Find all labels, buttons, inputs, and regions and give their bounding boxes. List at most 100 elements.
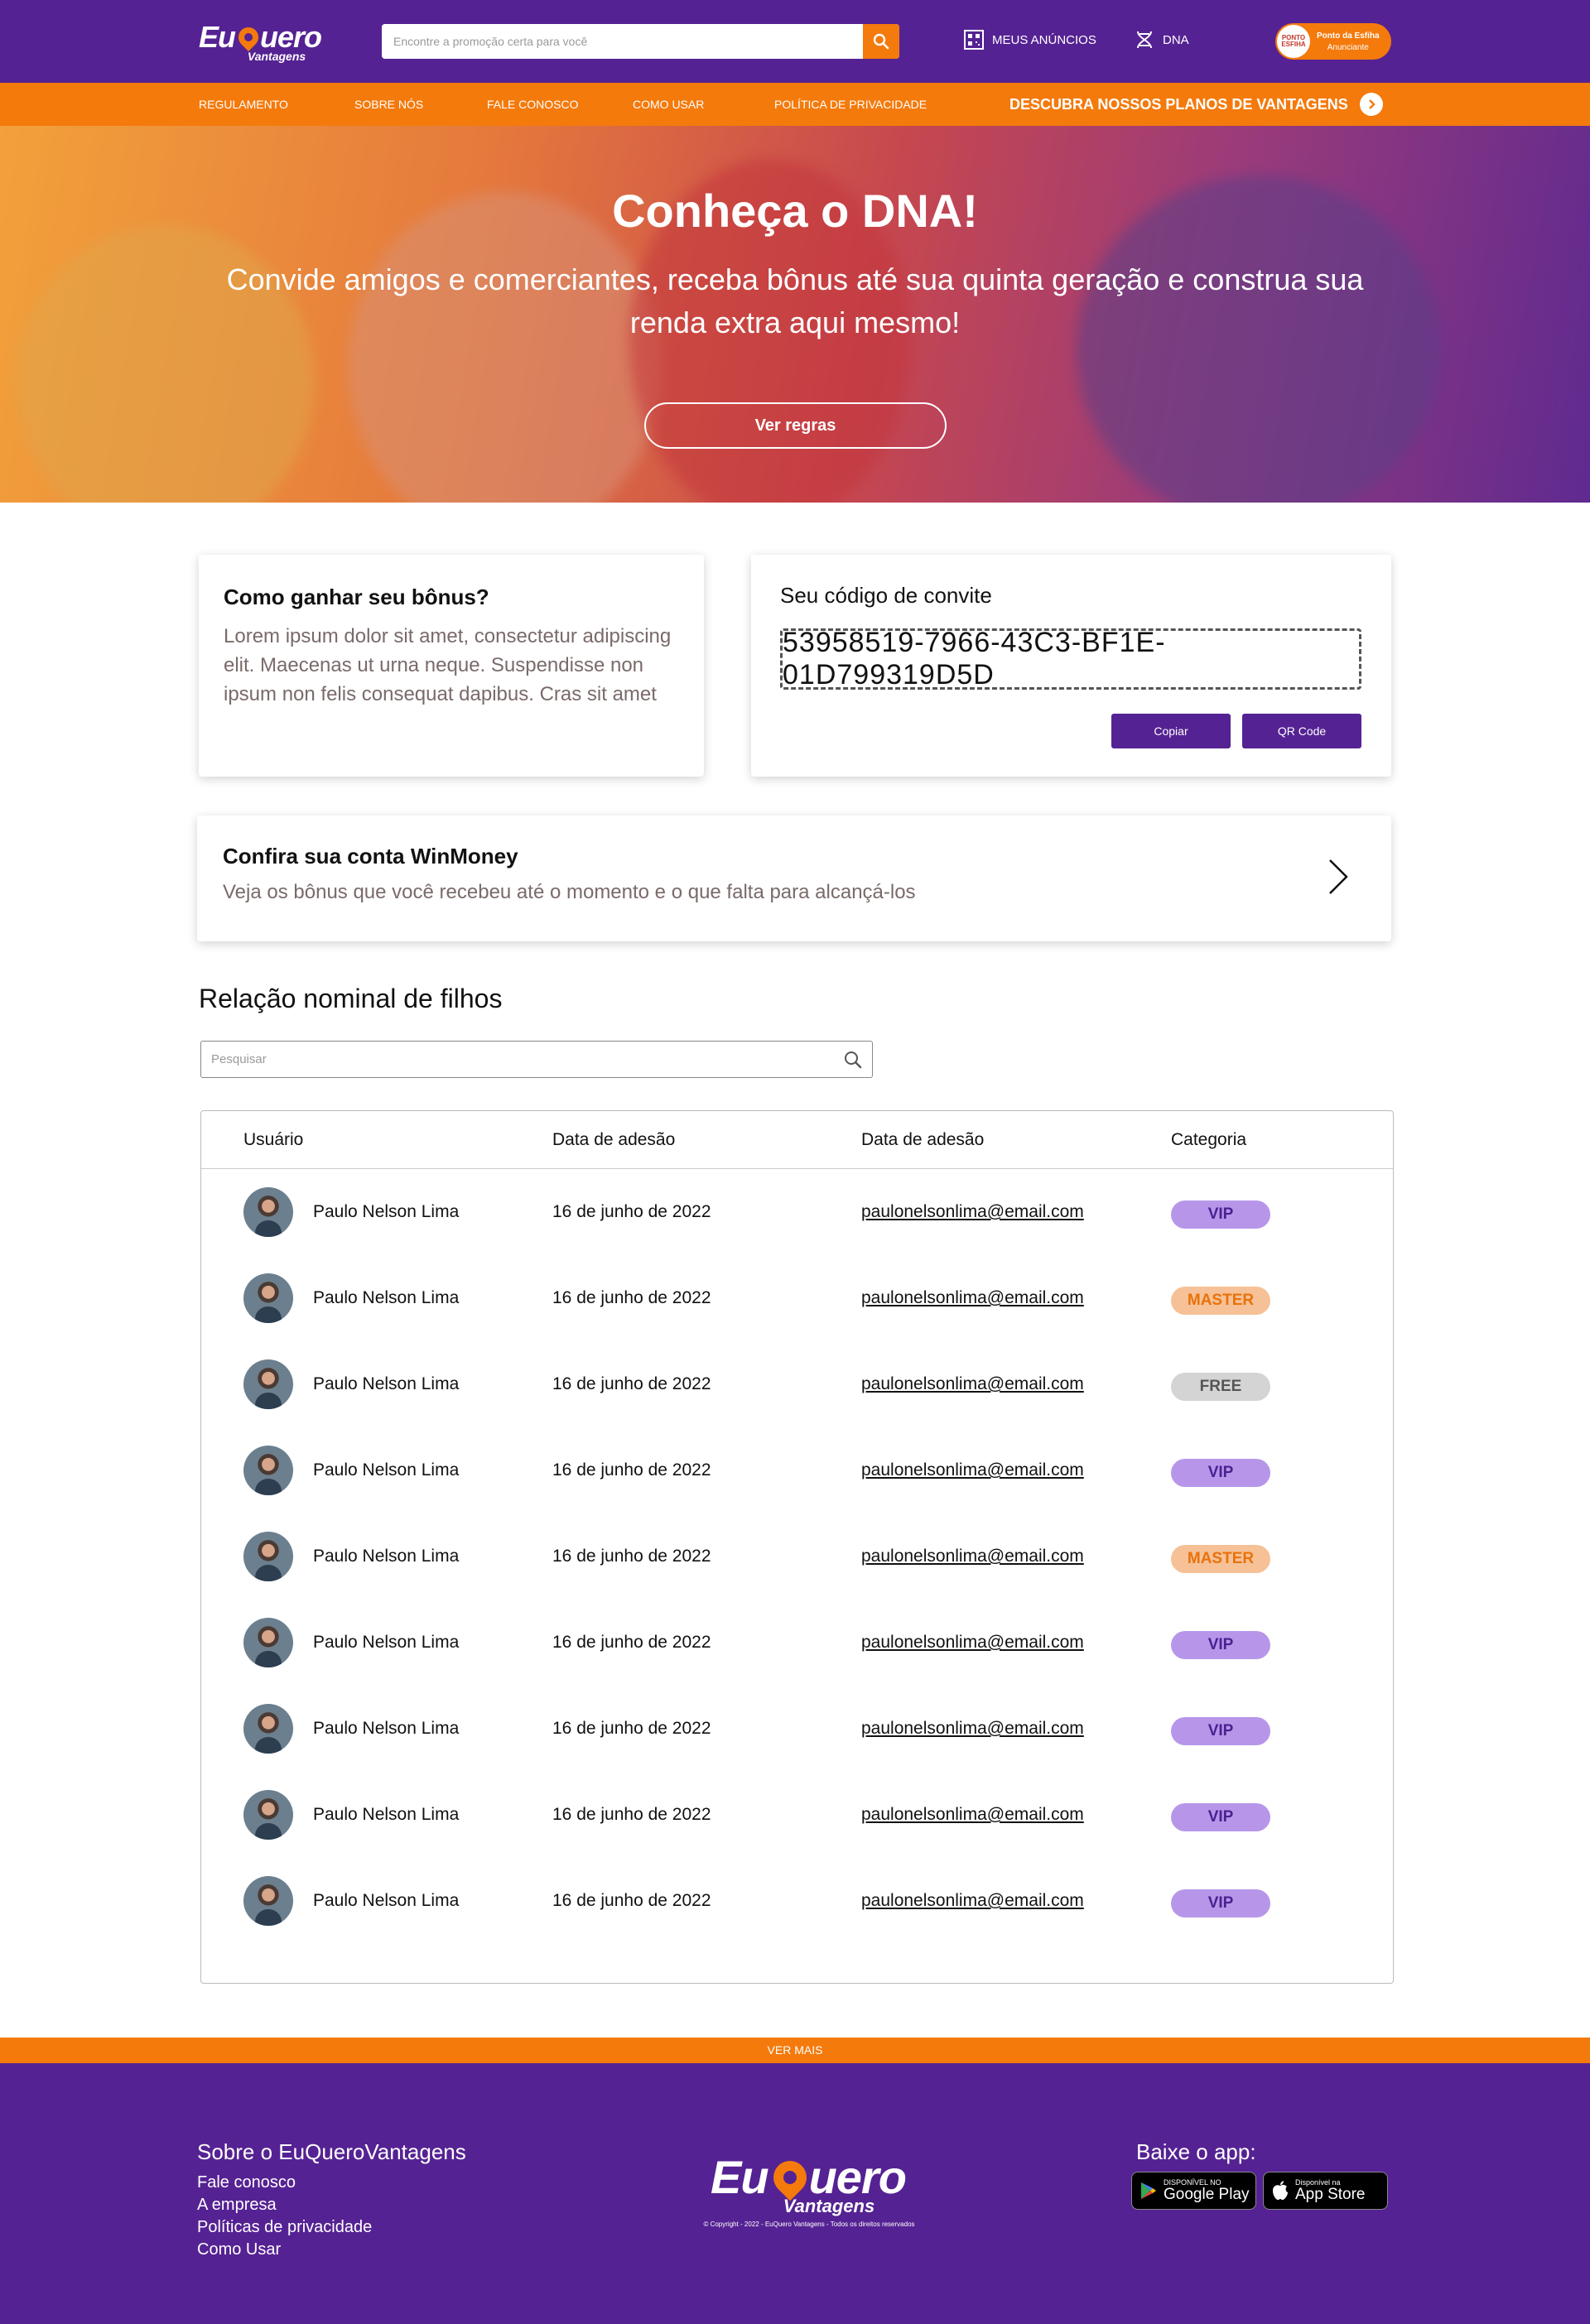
nav-fale-conosco[interactable]: FALE CONOSCO: [487, 83, 578, 126]
meus-anuncios-label: MEUS ANÚNCIOS: [992, 32, 1096, 47]
table-row[interactable]: Paulo Nelson Lima 16 de junho de 2022 paul…: [201, 1255, 1393, 1341]
global-search-button[interactable]: [863, 24, 899, 59]
dna-label: DNA: [1163, 32, 1189, 47]
category-badge: MASTER: [1171, 1287, 1270, 1315]
user-email[interactable]: paulonelsonlima@email.com: [861, 1805, 1084, 1825]
user-email[interactable]: paulonelsonlima@email.com: [861, 1547, 1084, 1566]
table-row[interactable]: Paulo Nelson Lima 16 de junho de 2022 paul…: [201, 1513, 1393, 1600]
top-bar: Eu uero Vantagens MEUS ANÚNCIOS DNA PONT…: [0, 0, 1590, 83]
location-pin-icon: [234, 23, 263, 51]
nav-sobre-nos[interactable]: SOBRE NÓS: [354, 83, 423, 126]
google-play-big: Google Play: [1164, 2186, 1250, 2203]
invite-code[interactable]: 53958519-7966-43C3-BF1E-01D799319D5D: [780, 627, 1361, 690]
user-name: Paulo Nelson Lima: [313, 1633, 460, 1652]
children-search-input[interactable]: [201, 1052, 834, 1066]
meus-anuncios-link[interactable]: MEUS ANÚNCIOS: [964, 30, 1096, 50]
footer-link-como-usar[interactable]: Como Usar: [197, 2239, 466, 2261]
join-date: 16 de junho de 2022: [552, 1547, 711, 1566]
user-email[interactable]: paulonelsonlima@email.com: [861, 1719, 1084, 1739]
google-play-badge[interactable]: DISPONÍVEL NO Google Play: [1131, 2172, 1256, 2210]
column-header-date: Data de adesão: [552, 1130, 676, 1149]
advertiser-role: Anunciante: [1327, 42, 1369, 52]
user-name: Paulo Nelson Lima: [313, 1288, 460, 1307]
hero-text: Convide amigos e comerciantes, receba bô…: [226, 262, 1364, 339]
avatar: [243, 1273, 293, 1323]
invite-card-title: Seu código de convite: [780, 583, 992, 608]
user-name: Paulo Nelson Lima: [313, 1891, 460, 1910]
winmoney-card-title: Confira sua conta WinMoney: [223, 844, 518, 868]
nav-como-usar[interactable]: COMO USAR: [633, 83, 704, 126]
footer: Sobre o EuQueroVantagens Fale conosco A …: [0, 2063, 1590, 2324]
avatar: [243, 1790, 293, 1840]
app-download-title: Baixe o app:: [1136, 2139, 1256, 2164]
column-header-email: Data de adesão: [861, 1130, 985, 1149]
avatar: [243, 1618, 293, 1667]
user-name: Paulo Nelson Lima: [313, 1547, 460, 1566]
user-email[interactable]: paulonelsonlima@email.com: [861, 1288, 1084, 1308]
dna-link[interactable]: DNA: [1135, 30, 1189, 50]
dna-icon: [1135, 30, 1154, 50]
table-row[interactable]: Paulo Nelson Lima 16 de junho de 2022 paul…: [201, 1169, 1393, 1255]
table-header: Usuário Data de adesão Data de adesão Ca…: [201, 1111, 1393, 1169]
avatar: [243, 1187, 293, 1237]
nav-regulamento[interactable]: REGULAMENTO: [199, 83, 288, 126]
app-store-big: App Store: [1295, 2186, 1366, 2203]
app-download: Baixe o app: DISPONÍVEL NO Google Play D…: [1131, 2139, 1388, 2210]
invite-card: Seu código de convite 53958519-7966-43C3…: [751, 555, 1391, 777]
chevron-right-icon: [1329, 859, 1348, 894]
user-email[interactable]: paulonelsonlima@email.com: [861, 1891, 1084, 1911]
table-row[interactable]: Paulo Nelson Lima 16 de junho de 2022 paul…: [201, 1772, 1393, 1858]
user-email[interactable]: paulonelsonlima@email.com: [861, 1633, 1084, 1653]
winmoney-card-text: Veja os bônus que você recebeu até o mom…: [223, 881, 916, 903]
footer-link-empresa[interactable]: A empresa: [197, 2194, 466, 2216]
nav-politica-privacidade[interactable]: POLÍTICA DE PRIVACIDADE: [774, 83, 927, 126]
table-row[interactable]: Paulo Nelson Lima 16 de junho de 2022 paul…: [201, 1686, 1393, 1772]
user-name: Paulo Nelson Lima: [313, 1460, 460, 1480]
children-search: [200, 1041, 873, 1078]
logo-text-left: Eu: [199, 20, 236, 54]
column-header-categoria: Categoria: [1171, 1130, 1247, 1149]
footer-about-title: Sobre o EuQueroVantagens: [197, 2139, 466, 2164]
google-play-icon: [1141, 2182, 1156, 2199]
plans-link[interactable]: DESCUBRA NOSSOS PLANOS DE VANTAGENS: [1009, 83, 1383, 126]
advertiser-account[interactable]: PONTO ESFIHA Ponto da Esfiha Anunciante: [1275, 23, 1391, 60]
advertiser-name: Ponto da Esfiha: [1317, 31, 1380, 41]
site-logo[interactable]: Eu uero Vantagens: [199, 20, 322, 63]
user-name: Paulo Nelson Lima: [313, 1719, 460, 1738]
user-name: Paulo Nelson Lima: [313, 1202, 460, 1221]
footer-link-fale-conosco[interactable]: Fale conosco: [197, 2172, 466, 2194]
children-section-title: Relação nominal de filhos: [199, 984, 503, 1013]
search-icon[interactable]: [834, 1051, 872, 1069]
user-email[interactable]: paulonelsonlima@email.com: [861, 1374, 1084, 1394]
ver-mais-button[interactable]: VER MAIS: [0, 2038, 1590, 2063]
copy-button[interactable]: Copiar: [1111, 714, 1231, 748]
global-search-input[interactable]: [382, 24, 863, 59]
join-date: 16 de junho de 2022: [552, 1202, 711, 1221]
hero-title: Conheça o DNA!: [612, 185, 978, 237]
join-date: 16 de junho de 2022: [552, 1719, 711, 1738]
footer-link-privacidade[interactable]: Políticas de privacidade: [197, 2216, 466, 2239]
apple-icon: [1273, 2181, 1288, 2200]
table-row[interactable]: Paulo Nelson Lima 16 de junho de 2022 paul…: [201, 1600, 1393, 1686]
user-email[interactable]: paulonelsonlima@email.com: [861, 1460, 1084, 1480]
global-search: [382, 24, 899, 59]
join-date: 16 de junho de 2022: [552, 1891, 711, 1910]
column-header-usuario: Usuário: [243, 1130, 304, 1149]
table-row[interactable]: Paulo Nelson Lima 16 de junho de 2022 paul…: [201, 1858, 1393, 1944]
footer-about: Sobre o EuQueroVantagens Fale conosco A …: [197, 2139, 466, 2261]
bonus-card-text: Lorem ipsum dolor sit amet, consectetur …: [224, 625, 672, 705]
avatar: [243, 1876, 293, 1926]
table-row[interactable]: Paulo Nelson Lima 16 de junho de 2022 paul…: [201, 1341, 1393, 1427]
category-badge: VIP: [1171, 1717, 1270, 1745]
category-badge: VIP: [1171, 1459, 1270, 1487]
winmoney-card[interactable]: Confira sua conta WinMoney Veja os bônus…: [197, 816, 1391, 941]
location-pin-icon: [766, 2153, 813, 2201]
category-badge: VIP: [1171, 1803, 1270, 1831]
qr-code-button[interactable]: QR Code: [1242, 714, 1361, 748]
table-row[interactable]: Paulo Nelson Lima 16 de junho de 2022 paul…: [201, 1427, 1393, 1513]
join-date: 16 de junho de 2022: [552, 1633, 711, 1652]
avatar: PONTO ESFIHA: [1277, 25, 1310, 58]
ver-regras-button[interactable]: Ver regras: [644, 402, 947, 449]
user-email[interactable]: paulonelsonlima@email.com: [861, 1202, 1084, 1222]
app-store-badge[interactable]: Disponível na App Store: [1263, 2172, 1388, 2210]
